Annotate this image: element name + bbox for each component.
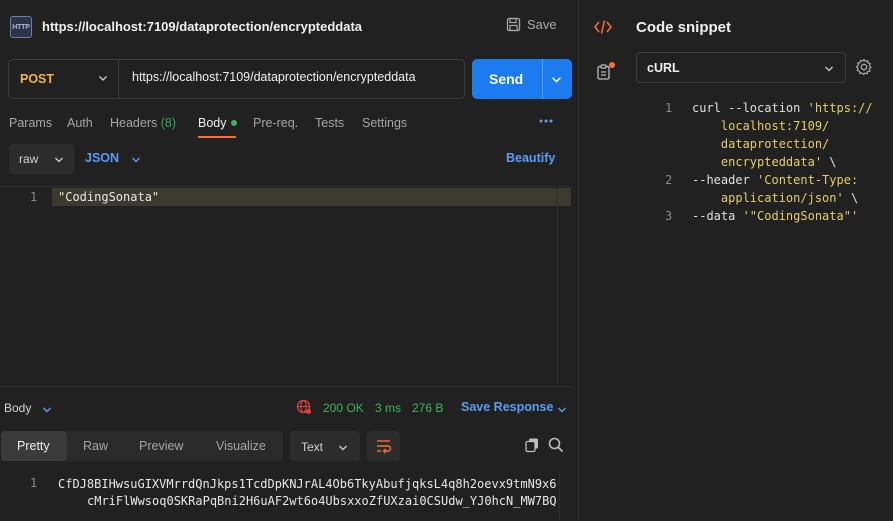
response-time[interactable]: 3 ms (375, 401, 401, 415)
response-body-line-wrapped: cMriFlWwsoq0SKRaPqBni2H6uAF2wt6o4UbsxxoZ… (87, 494, 557, 508)
snippet-line: application/json' \ (692, 191, 858, 205)
response-status[interactable]: 200 OK (323, 401, 364, 415)
response-format-select[interactable]: Text (290, 431, 360, 461)
chevron-down-icon[interactable] (557, 405, 567, 415)
tab-body-label: Body (198, 116, 227, 130)
response-line-number: 1 (30, 476, 38, 490)
gear-icon[interactable] (855, 58, 873, 76)
response-body-line: CfDJ8BIHwsuGIXVMrrdQnJkps1TcdDpKNJrAL4Ob… (58, 477, 557, 491)
snippet-line: --header 'Content-Type: (692, 173, 858, 187)
tab-visualize[interactable]: Visualize (216, 439, 266, 453)
tab-tests[interactable]: Tests (315, 116, 344, 130)
request-body-editor[interactable]: 1 "CodingSonata" (0, 186, 572, 384)
snippet-token: \ (843, 191, 859, 205)
snippet-line: curl --location 'https:// (692, 101, 873, 115)
response-divider[interactable] (0, 386, 572, 387)
snippet-token: 'https:// (807, 101, 873, 115)
response-size[interactable]: 276 B (412, 401, 443, 415)
response-scrollbar-track[interactable] (559, 473, 572, 521)
response-body[interactable]: CfDJ8BIHwsuGIXVMrrdQnJkps1TcdDpKNJrAL4Ob… (58, 476, 558, 510)
tab-params[interactable]: Params (9, 116, 52, 130)
request-pane: HTTP https://localhost:7109/dataprotecti… (0, 0, 579, 521)
send-options-chevron-icon[interactable] (551, 74, 562, 85)
chevron-down-icon (99, 76, 107, 81)
snippet-token: 'Content-Type: (757, 173, 859, 187)
send-label: Send (489, 71, 524, 87)
snippet-token: --header (692, 173, 758, 187)
editor-scrollbar-thumb[interactable] (561, 188, 571, 206)
snippet-language-select[interactable]: cURL (636, 52, 846, 83)
request-title[interactable]: https://localhost:7109/dataprotection/en… (42, 19, 362, 34)
search-icon[interactable] (548, 437, 564, 453)
snippet-token: encrypteddata' (692, 155, 823, 169)
snippet-line-number: 1 (665, 101, 673, 115)
chevron-down-icon[interactable] (131, 155, 141, 165)
editor-scrollbar-track[interactable] (557, 188, 571, 384)
tab-settings[interactable]: Settings (362, 116, 407, 130)
code-icon[interactable] (594, 19, 612, 35)
code-snippet-title: Code snippet (636, 19, 732, 36)
chevron-down-icon[interactable] (42, 405, 52, 415)
snippet-line: --data '"CodingSonata"' (692, 209, 858, 223)
wrap-lines-icon (377, 440, 392, 454)
chevron-down-icon (55, 157, 63, 163)
editor-code-line[interactable]: "CodingSonata" (58, 190, 159, 204)
tab-pretty[interactable]: Pretty (17, 439, 50, 453)
snippet-token: \ (822, 155, 837, 169)
wrap-lines-button[interactable] (367, 431, 400, 461)
snippet-token: '"CodingSonata"' (742, 209, 859, 223)
tab-raw[interactable]: Raw (83, 439, 108, 453)
notification-dot (609, 62, 615, 68)
snippet-line-number: 2 (665, 173, 673, 187)
method-label: POST (20, 72, 55, 86)
save-label: Save (527, 17, 557, 32)
send-divider (542, 59, 543, 99)
beautify-button[interactable]: Beautify (506, 151, 555, 165)
body-mode-select[interactable]: raw (9, 144, 74, 174)
save-response-button[interactable]: Save Response (461, 400, 553, 414)
url-input[interactable] (132, 70, 452, 84)
snippet-line: localhost:7109/ (692, 119, 830, 133)
snippet-token: --data (692, 209, 743, 223)
body-mode-label: raw (19, 152, 39, 166)
network-globe-icon[interactable] (296, 399, 312, 415)
snippet-token: application/json' (692, 191, 844, 205)
tab-body[interactable]: Body (198, 116, 237, 130)
http-request-icon: HTTP (10, 16, 32, 38)
tab-pre-request[interactable]: Pre-req. (253, 116, 298, 130)
response-section-select[interactable]: Body (4, 401, 31, 415)
snippet-line-number: 3 (665, 209, 673, 223)
send-button[interactable]: Send (472, 59, 572, 99)
line-number: 1 (30, 190, 38, 204)
tab-headers[interactable]: Headers (8) (110, 116, 176, 130)
method-select[interactable]: POST (9, 60, 119, 98)
body-format-select[interactable]: JSON (85, 151, 119, 165)
chevron-down-icon (825, 66, 833, 72)
snippet-line: encrypteddata' \ (692, 155, 837, 169)
copy-icon[interactable] (524, 437, 540, 453)
tab-headers-label: Headers (110, 116, 158, 130)
chevron-down-icon (339, 445, 347, 451)
request-tabs: Params Auth Headers (8) Body Pre-req. Te… (0, 110, 579, 140)
save-button[interactable]: Save (506, 17, 557, 32)
tab-auth[interactable]: Auth (67, 116, 93, 130)
snippet-line: dataprotection/ (692, 137, 830, 151)
snippet-language-label: cURL (647, 61, 680, 75)
more-options-icon[interactable] (538, 116, 554, 126)
save-icon (506, 17, 521, 32)
tab-preview[interactable]: Preview (139, 439, 183, 453)
response-format-label: Text (301, 440, 324, 454)
body-indicator-dot (230, 119, 237, 126)
headers-count: (8) (160, 116, 177, 130)
snippet-token: curl --location (692, 101, 808, 115)
active-tab-underline (198, 136, 236, 138)
